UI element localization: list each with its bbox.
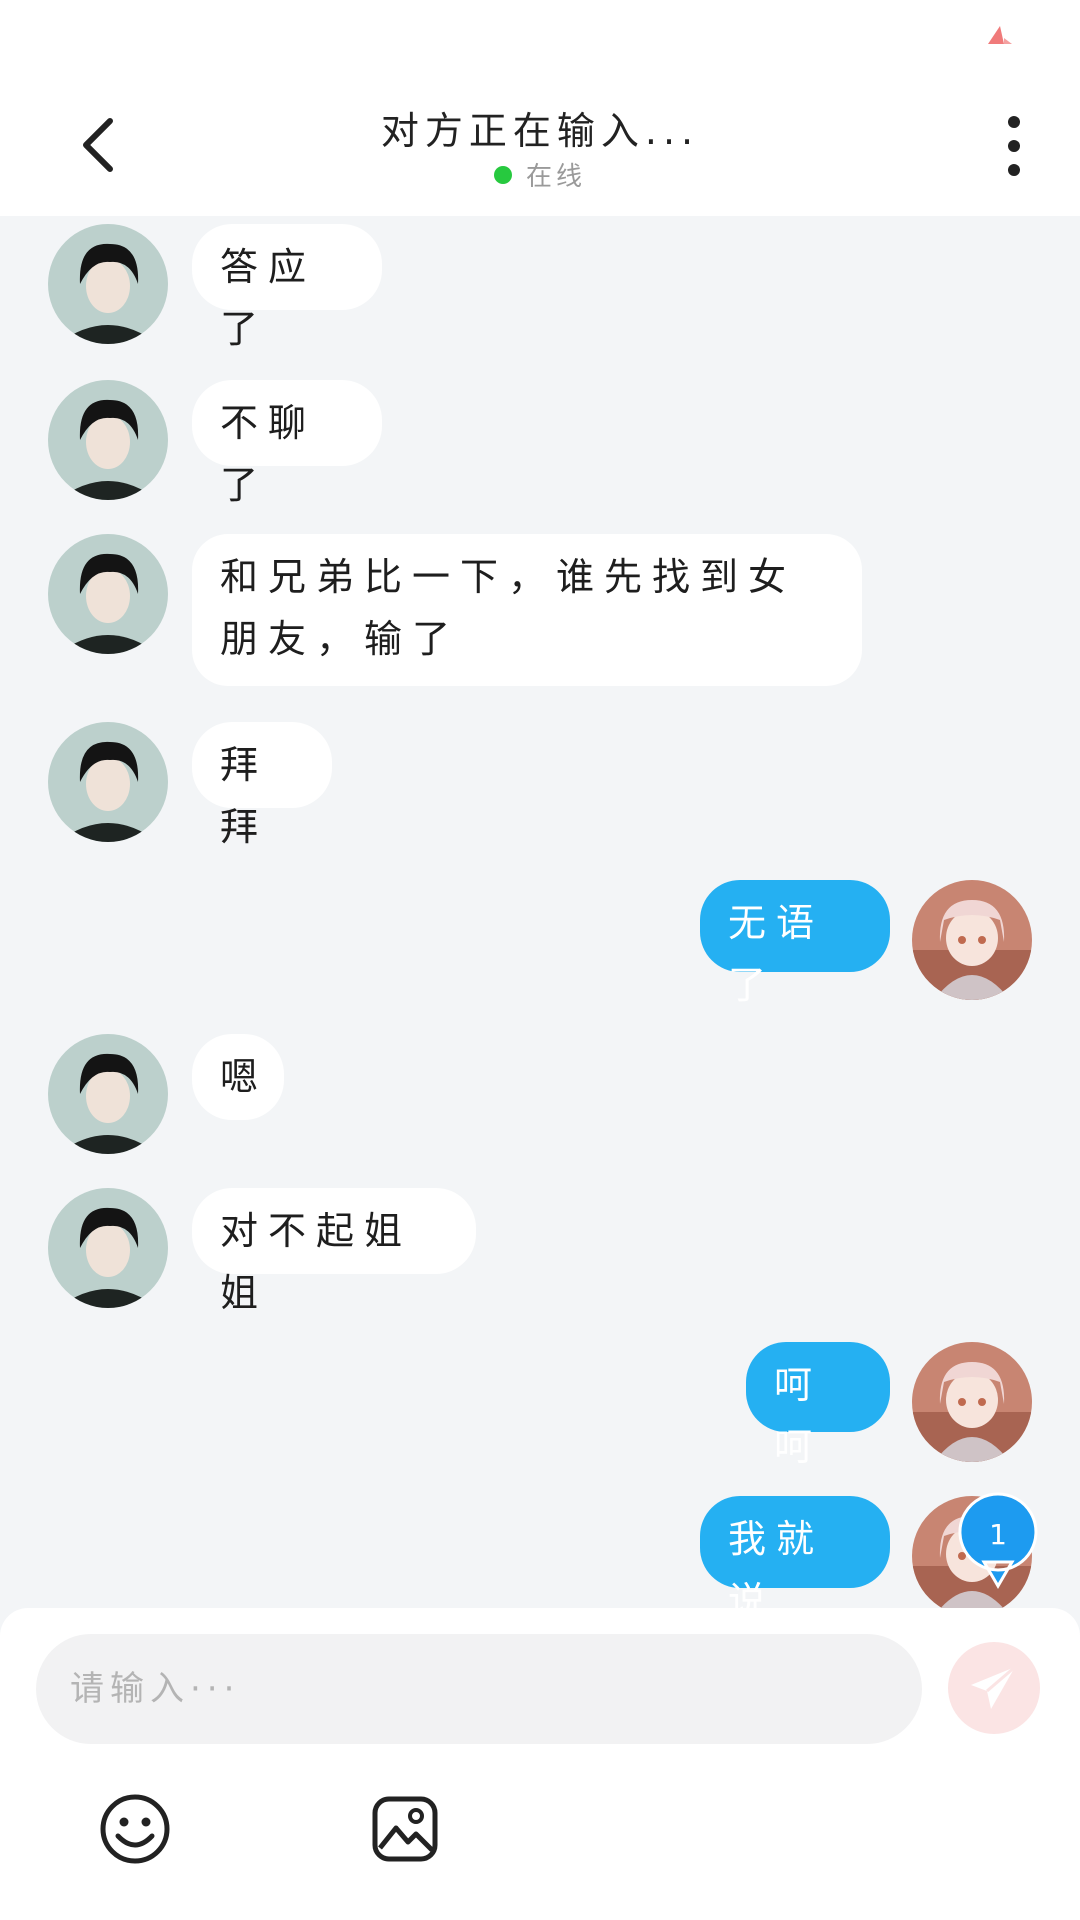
status-text: 在线 [525, 162, 586, 192]
contact-avatar[interactable] [48, 1188, 168, 1308]
incoming-message-bubble[interactable]: 对不起姐姐 [192, 1188, 476, 1315]
message-input[interactable] [36, 1634, 922, 1744]
unread-badge[interactable]: 1 [956, 1490, 1040, 1590]
emoji-button[interactable] [98, 1792, 172, 1866]
outgoing-message-bubble[interactable]: 呵呵 [746, 1342, 890, 1469]
incoming-message-bubble[interactable]: 和兄弟比一下，谁先找到女朋友，输了 [192, 534, 862, 686]
send-button[interactable] [948, 1642, 1040, 1734]
smile-face-icon [100, 1794, 170, 1864]
contact-avatar[interactable] [48, 224, 168, 344]
outgoing-message-bubble[interactable]: 我就说 [700, 1496, 890, 1608]
contact-avatar[interactable] [48, 722, 168, 842]
unread-count: 1 [989, 1518, 1007, 1551]
my-avatar[interactable] [912, 1342, 1032, 1462]
incoming-message-bubble[interactable]: 答应了 [192, 224, 382, 351]
image-button[interactable] [370, 1794, 440, 1864]
page-title: 对方正在输入... [380, 109, 700, 153]
chat-bubble-badge-icon: 1 [958, 1492, 1038, 1589]
composer-panel [0, 1608, 1080, 1920]
online-dot-icon [493, 165, 512, 184]
incoming-message-bubble[interactable]: 不聊了 [192, 380, 382, 507]
my-avatar[interactable] [912, 880, 1032, 1000]
incoming-message-bubble[interactable]: 嗯 [192, 1034, 284, 1120]
more-vertical-icon [1008, 116, 1020, 128]
contact-avatar[interactable] [48, 380, 168, 500]
contact-avatar[interactable] [48, 1034, 168, 1154]
chat-header: 对方正在输入... 在线 [0, 0, 1080, 216]
app-indicator-icon [988, 26, 1012, 44]
paper-plane-icon [971, 1665, 1016, 1709]
outgoing-message-bubble[interactable]: 无语了 [700, 880, 890, 1007]
incoming-message-bubble[interactable]: 拜拜 [192, 722, 332, 849]
more-options-button[interactable] [996, 116, 1032, 176]
contact-avatar[interactable] [48, 534, 168, 654]
presence-status: 在线 [0, 156, 1080, 193]
message-list[interactable]: 答应了 不聊了 和兄弟比一下，谁先找到女朋友，输了 拜拜 无语了 嗯 对不起姐姐… [0, 216, 1080, 1608]
image-icon [372, 1796, 438, 1862]
